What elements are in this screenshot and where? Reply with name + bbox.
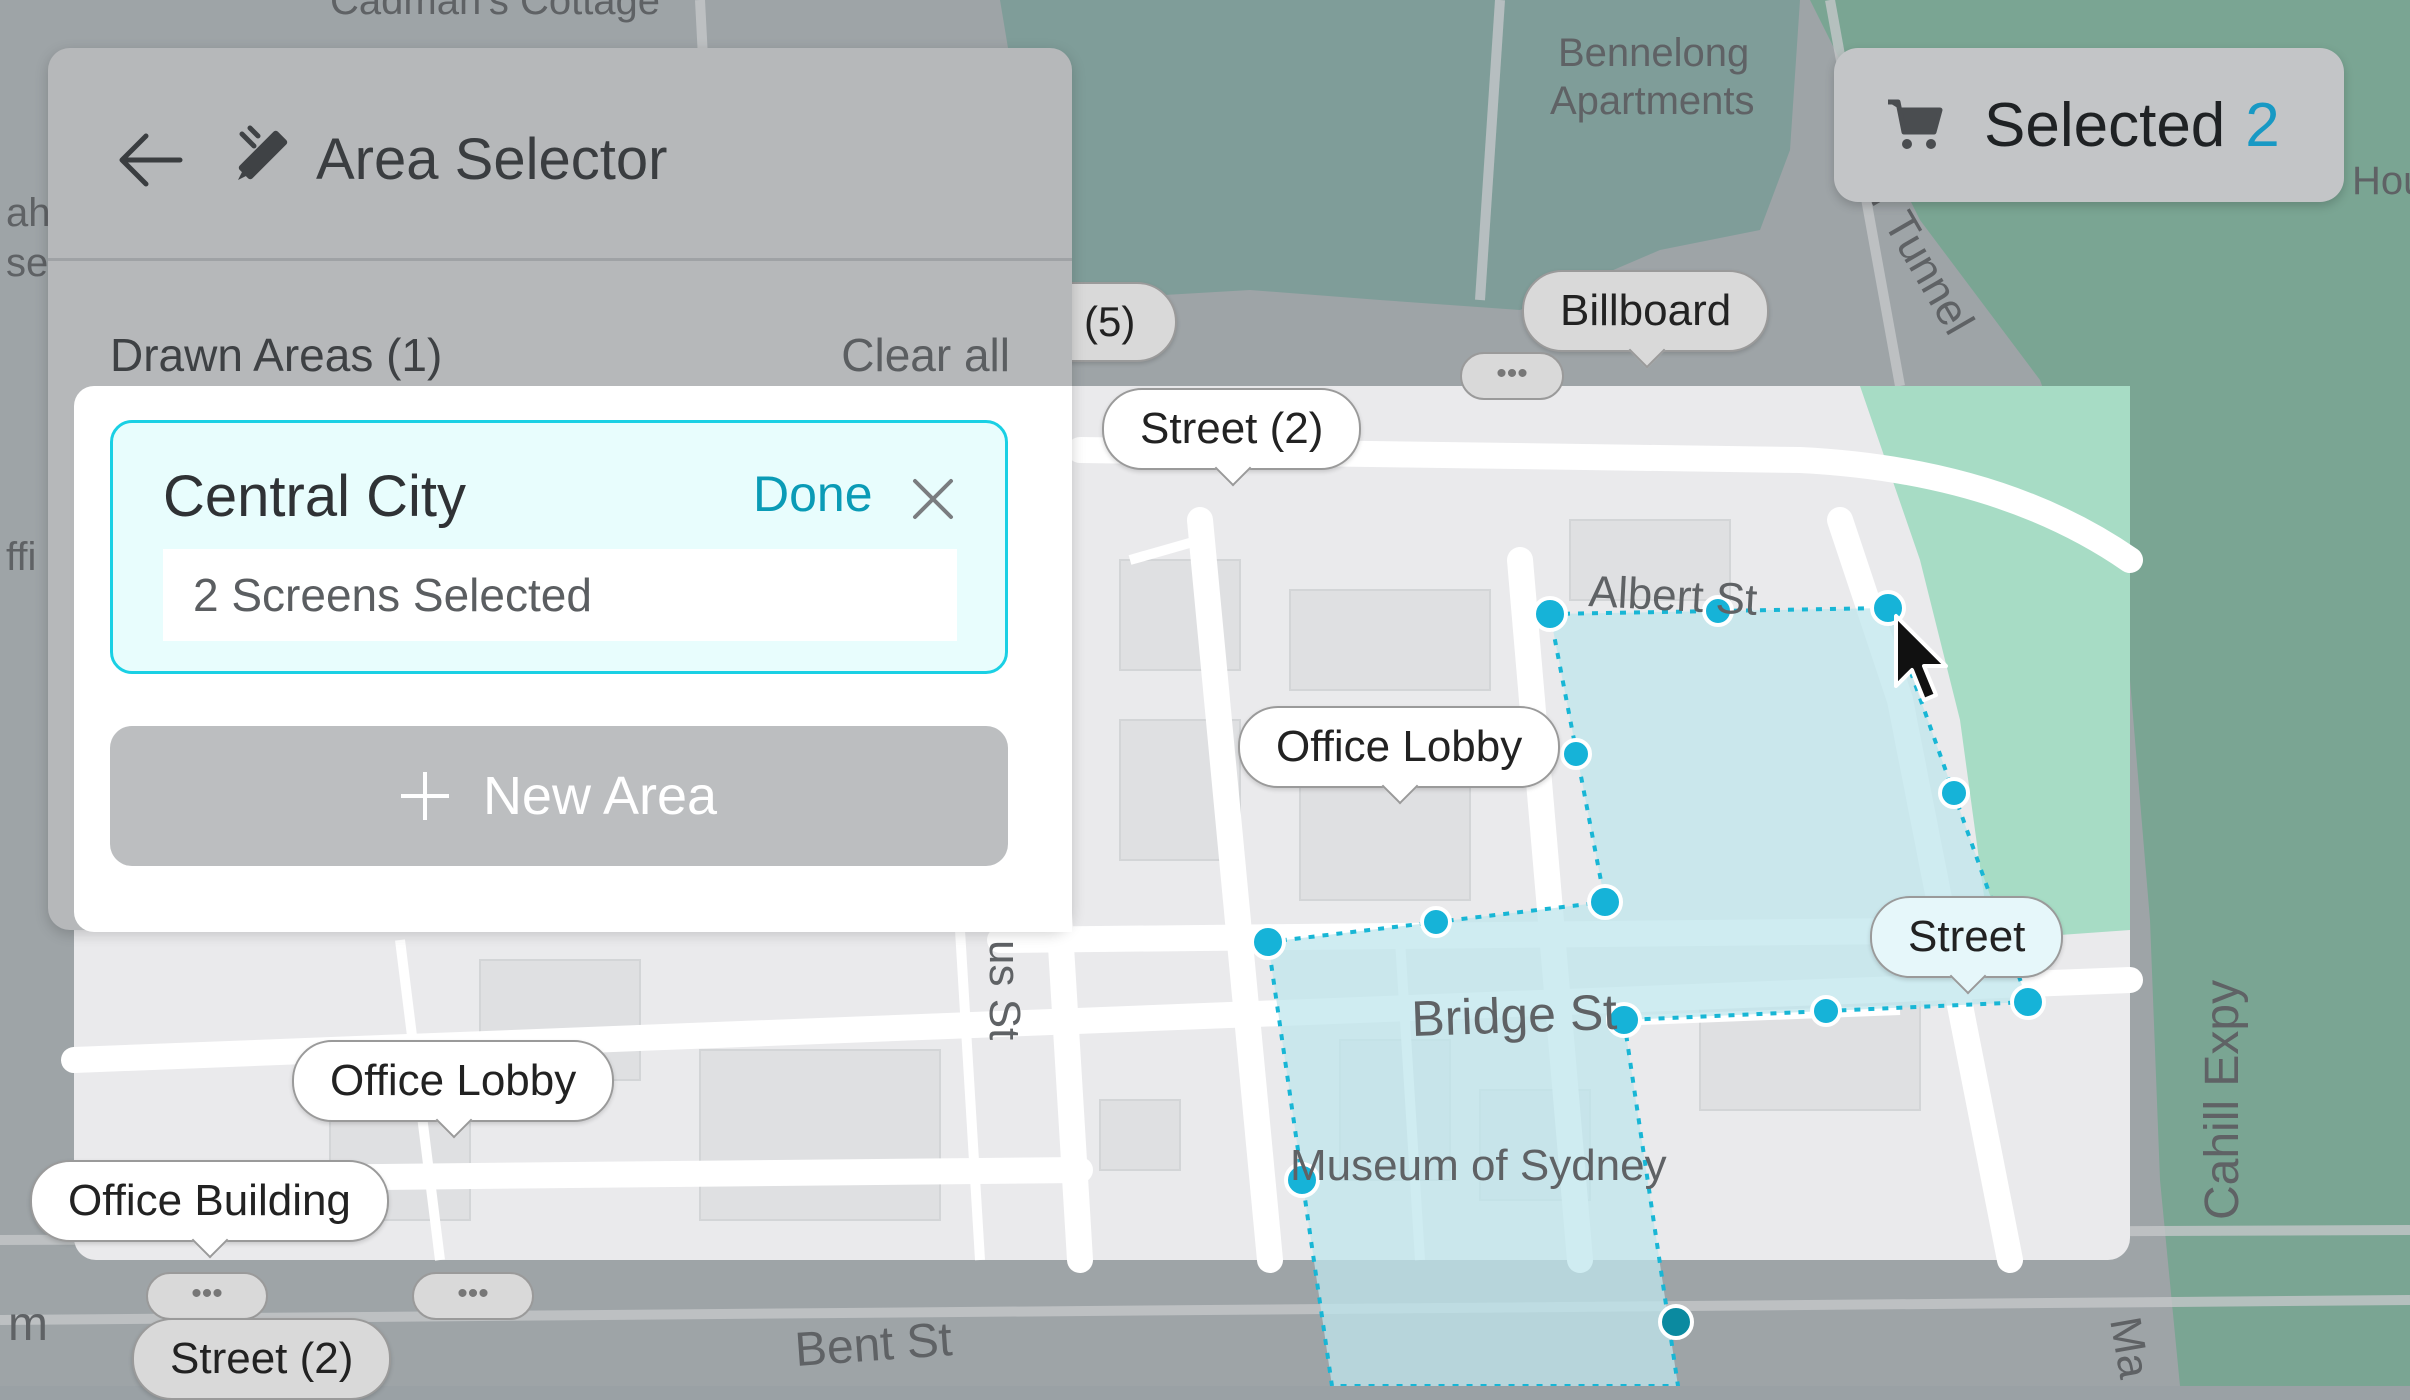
- map-pin-street-2-bottom[interactable]: Street (2): [132, 1318, 392, 1400]
- panel-header: Area Selector: [48, 48, 1072, 261]
- street-label-hou: Hou: [2352, 159, 2410, 203]
- drawn-areas-label: Drawn Areas (1): [110, 329, 443, 381]
- close-icon[interactable]: [905, 471, 961, 527]
- polygon-vertex[interactable]: [1587, 884, 1623, 920]
- map-pin-office-building[interactable]: Office Building: [30, 1160, 389, 1259]
- new-area-button[interactable]: New Area: [110, 726, 1008, 866]
- area-name: Central City: [163, 464, 466, 529]
- street-label-left-ffi: ffi: [6, 535, 36, 579]
- street-label-museum: Museum of Sydney: [1290, 1141, 1667, 1190]
- polygon-vertex[interactable]: [1560, 738, 1592, 770]
- map-pin-office-lobby-left[interactable]: Office Lobby: [292, 1040, 615, 1139]
- selected-count: 2: [2245, 90, 2280, 160]
- selected-label: Selected: [1984, 90, 2226, 160]
- map-pin-office-lobby-center[interactable]: Office Lobby: [1238, 706, 1561, 805]
- street-label-left-se: se: [6, 241, 48, 285]
- street-label-bennelong-2: Apartments: [1550, 79, 1755, 123]
- street-label-left-ah: ah: [6, 191, 51, 235]
- map-pin-billboard[interactable]: Billboard: [1522, 270, 1770, 369]
- polygon-vertex[interactable]: [2010, 984, 2046, 1020]
- selected-cart-button[interactable]: Selected 2: [1834, 48, 2344, 202]
- street-label-cahill: Cahill Expy: [2196, 980, 2249, 1220]
- drawn-area-card[interactable]: Central City Done 2 Screens Selected: [110, 420, 1008, 674]
- polygon-vertex[interactable]: [1810, 995, 1842, 1027]
- done-button[interactable]: Done: [753, 465, 873, 523]
- map-pin-more[interactable]: •••: [146, 1272, 268, 1320]
- plus-icon: [400, 772, 449, 820]
- street-label-us-st: us St: [980, 940, 1029, 1040]
- polygon-vertex[interactable]: [1532, 596, 1568, 632]
- polygon-vertex[interactable]: [1658, 1304, 1694, 1340]
- mouse-cursor-icon: [1894, 614, 1948, 702]
- polygon-vertex[interactable]: [1938, 777, 1970, 809]
- clear-all-button[interactable]: Clear all: [841, 328, 1010, 382]
- new-area-label: New Area: [482, 766, 718, 826]
- map-pin-street-2-top[interactable]: Street (2): [1102, 388, 1362, 487]
- street-label-cadmans: Cadman's Cottage: [330, 0, 660, 23]
- street-label-bennelong-1: Bennelong: [1558, 31, 1749, 75]
- street-label-bridge: Bridge St: [1410, 984, 1618, 1047]
- street-label-bent: Bent St: [793, 1313, 954, 1377]
- map-pin-more[interactable]: •••: [1460, 352, 1564, 400]
- pencil-ruler-icon: [238, 125, 288, 180]
- street-label-left-m: m: [8, 1298, 48, 1351]
- street-label-albert: Albert St: [1587, 567, 1758, 625]
- map-pin-more[interactable]: •••: [412, 1272, 534, 1320]
- panel-title: Area Selector: [316, 127, 668, 192]
- map-pin-street-right[interactable]: Street: [1870, 896, 2064, 995]
- polygon-vertex[interactable]: [1250, 924, 1286, 960]
- screens-selected-field: 2 Screens Selected: [163, 549, 957, 641]
- polygon-vertex[interactable]: [1420, 906, 1452, 938]
- back-arrow-icon[interactable]: [110, 120, 190, 200]
- cart-icon: [1888, 99, 1943, 149]
